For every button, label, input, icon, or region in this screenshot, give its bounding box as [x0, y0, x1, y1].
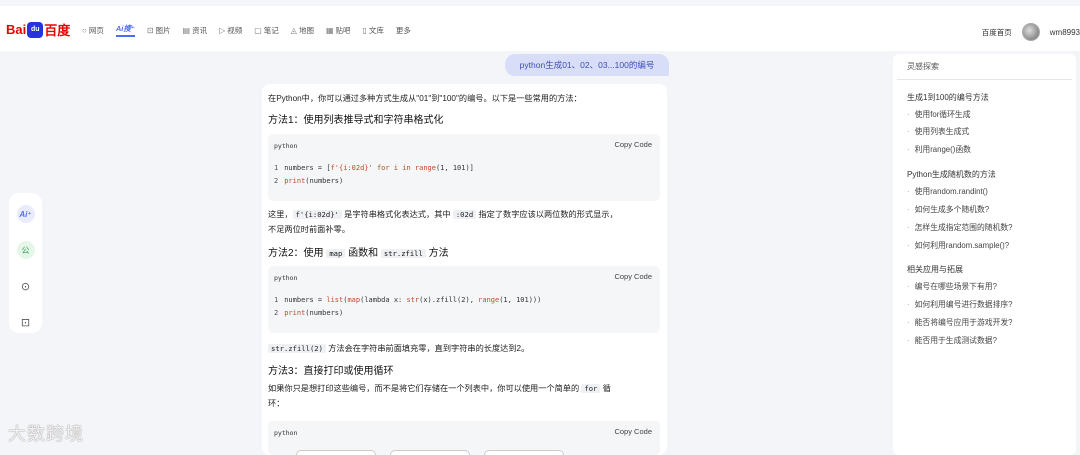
bottom-action-pills	[296, 450, 564, 455]
explanation-3-line2: 环：	[268, 399, 285, 408]
nav-label: 笔记	[263, 25, 279, 35]
code-lang-label: python	[274, 142, 298, 150]
avatar[interactable]	[1021, 23, 1040, 41]
history-icon[interactable]: ⊙	[17, 277, 35, 295]
divider	[897, 79, 1072, 80]
copy-code-button[interactable]: Copy Code	[614, 427, 652, 436]
ai-assistant-icon[interactable]: Ai⁺	[16, 205, 35, 223]
nav-tieba[interactable]: ▦ 贴吧	[326, 23, 351, 37]
nav-label: 视频	[227, 25, 243, 35]
panel-title: 灵感探索	[907, 62, 939, 71]
suggestion-item[interactable]: 使用列表生成式	[907, 126, 970, 137]
map-icon: ◬	[290, 25, 297, 35]
action-pill[interactable]	[484, 450, 564, 455]
nav-video[interactable]: ▷ 视频	[219, 23, 242, 37]
code-body: 1 numbers = [f'{i:02d}' for i in range(1,…	[274, 162, 654, 188]
method2-heading: 方法2：使用 map 函数和 str.zfill 方法	[268, 248, 449, 259]
video-icon: ▷	[219, 25, 226, 35]
suggestion-item[interactable]: 使用for循环生成	[907, 109, 971, 120]
code-block-2: python Copy Code 1 numbers = list(map(lam…	[268, 266, 660, 333]
code-lang-label: python	[274, 429, 298, 437]
nav-label: 地图	[298, 25, 314, 35]
method1-heading: 方法1：使用列表推导式和字符串格式化	[268, 115, 444, 126]
suggestion-item[interactable]: 使用random.randint()	[907, 186, 988, 197]
nav-label: 文库	[368, 25, 384, 35]
public-icon[interactable]: 公	[16, 241, 35, 259]
edit-icon[interactable]: ⊡	[17, 313, 35, 331]
action-pill[interactable]	[296, 450, 376, 455]
baidu-logo[interactable]: Bai du 百度	[6, 20, 70, 39]
explanation-1-line2: 不足两位时前面补零。	[268, 225, 350, 234]
nav-label: 更多	[395, 25, 411, 35]
suggestion-item[interactable]: 编号在哪些场景下有用?	[907, 281, 997, 292]
explanation-1: 这里， f'{i:02d}' 是字符串格式化表达式，其中 :02d 指定了数字应该…	[268, 210, 618, 219]
code-lang-label: python	[274, 274, 298, 282]
notes-icon: ▢	[254, 25, 262, 35]
code-block-1: python Copy Code 1 numbers = [f'{i:02d}' …	[268, 134, 660, 201]
section-title[interactable]: 相关应用与拓展	[907, 264, 963, 275]
search-nav: ○ 网页 Ai搜⁺ ⊡ 图片 ▤ 资讯 ▷ 视频 ▢ 笔记 ◬ 地图 ▦ 贴吧	[82, 23, 411, 37]
logo-bai: Bai	[6, 22, 27, 37]
nav-images[interactable]: ⊡ 图片	[147, 23, 171, 37]
code-line: 2 print(numbers)	[274, 177, 344, 185]
ai-answer: 在Python中，你可以通过多种方式生成从"01"到"100"的编号。以下是一些…	[262, 84, 667, 455]
logo-cn: 百度	[44, 23, 71, 38]
suggestion-item[interactable]: 如何利用编号进行数据排序?	[907, 299, 1013, 310]
nav-web[interactable]: ○ 网页	[82, 23, 104, 37]
nav-label: 网页	[88, 25, 104, 35]
left-toolbar: Ai⁺ 公 ⊙ ⊡	[9, 193, 42, 333]
user-area: 百度首页 wm8993	[982, 23, 1080, 41]
section-title[interactable]: Python生成随机数的方法	[907, 169, 996, 180]
baidu-home-link[interactable]: 百度首页	[982, 27, 1012, 38]
copy-code-button[interactable]: Copy Code	[614, 272, 652, 281]
top-bar: Bai du 百度 ○ 网页 Ai搜⁺ ⊡ 图片 ▤ 资讯 ▷ 视频 ▢ 笔记 …	[0, 6, 1080, 51]
suggestion-item[interactable]: 能否用于生成测试数据?	[907, 335, 997, 346]
method3-heading: 方法3：直接打印或使用循环	[268, 366, 394, 377]
code-line: 2 print(numbers)	[274, 309, 344, 317]
explanation-3: 如果你只是想打印这些编号，而不是将它们存储在一个列表中，你可以使用一个简单的 f…	[268, 384, 611, 393]
nav-label: 图片	[155, 25, 171, 35]
inspiration-panel: 灵感探索 生成1到100的编号方法 使用for循环生成 使用列表生成式 利用ra…	[893, 54, 1076, 455]
code-line: 1 numbers = [f'{i:02d}' for i in range(1,…	[274, 164, 474, 172]
nav-label: 资讯	[192, 25, 208, 35]
suggestion-item[interactable]: 如何生成多个随机数?	[907, 204, 990, 215]
nav-map[interactable]: ◬ 地图	[291, 23, 314, 37]
code-body: 1 numbers = list(map(lambda x: str(x).zfi…	[274, 294, 654, 320]
wenku-icon: ▯	[362, 25, 367, 35]
logo-du: du	[27, 21, 44, 38]
action-pill[interactable]	[390, 450, 470, 455]
username[interactable]: wm8993	[1050, 28, 1080, 37]
explanation-2: str.zfill(2) 方法会在字符串前面填充零，直到字符串的长度达到2。	[268, 342, 529, 355]
news-icon: ▤	[182, 25, 191, 35]
answer-intro: 在Python中，你可以通过多种方式生成从"01"到"100"的编号。以下是一些…	[268, 94, 582, 103]
nav-more[interactable]: 更多	[396, 23, 411, 37]
nav-wenku[interactable]: ▯ 文库	[363, 23, 384, 37]
suggestion-item[interactable]: 利用range()函数	[907, 144, 971, 155]
user-question-bubble: python生成01、02、03...100的编号	[505, 54, 669, 76]
suggestion-item[interactable]: 能否将编号应用于游戏开发?	[907, 317, 1013, 328]
copy-code-button[interactable]: Copy Code	[614, 140, 652, 149]
search-icon: ○	[82, 25, 87, 35]
nav-news[interactable]: ▤ 资讯	[183, 23, 208, 37]
nav-ai-search[interactable]: Ai搜⁺	[115, 23, 135, 37]
suggestion-item[interactable]: 如何利用random.sample()?	[907, 240, 1009, 251]
nav-notes[interactable]: ▢ 笔记	[254, 23, 279, 37]
watermark: 大数跨境	[8, 424, 84, 444]
code-line: 1 numbers = list(map(lambda x: str(x).zfi…	[274, 296, 542, 304]
image-icon: ⊡	[146, 25, 154, 35]
suggestion-item[interactable]: 怎样生成指定范围的随机数?	[907, 222, 1013, 233]
tieba-icon: ▦	[325, 25, 334, 35]
section-title[interactable]: 生成1到100的编号方法	[907, 92, 989, 103]
nav-label: 贴吧	[335, 25, 351, 35]
nav-label: Ai搜⁺	[115, 23, 135, 37]
